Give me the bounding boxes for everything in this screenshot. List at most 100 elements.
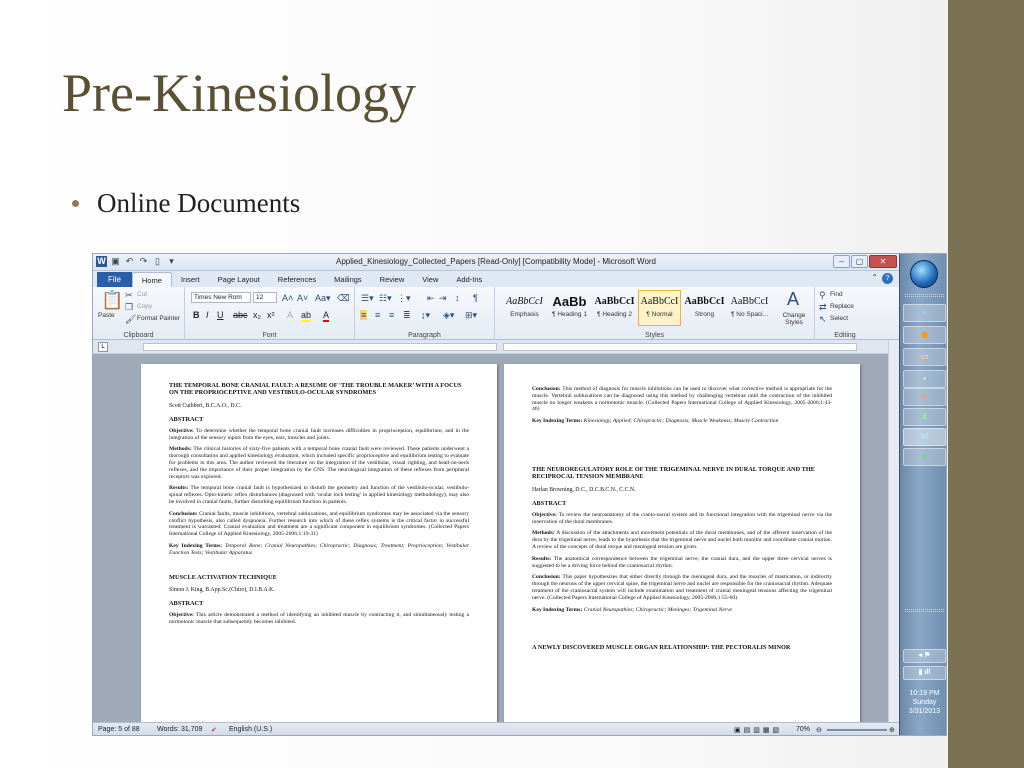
document-area[interactable]: THE TEMPORAL BONE CRANIAL FAULT: A RESUM… [93,354,899,724]
zoom-out-icon[interactable]: ⊖ [816,726,822,734]
numbering-icon[interactable]: ☷▾ [379,293,392,303]
shrink-font-icon[interactable]: A˅ [297,293,308,303]
style-no-spacing[interactable]: AaBbCcI ¶ No Spaci... [728,290,771,326]
network-volume-icons[interactable]: ▮ ıll [903,666,946,680]
save-icon[interactable]: ▣ [110,256,121,267]
new-doc-icon[interactable]: ▯ [152,256,163,267]
tab-insert[interactable]: Insert [172,272,209,287]
select-icon[interactable]: ↖ [819,314,827,324]
language[interactable]: English (U.S.) [229,726,272,733]
align-center-icon[interactable]: ≡ [375,310,380,320]
change-styles-icon[interactable]: A [787,290,799,308]
style-heading-2[interactable]: AaBbCcI ¶ Heading 2 [593,290,636,326]
powerpoint-icon[interactable]: P [903,388,946,406]
decrease-indent-icon[interactable]: ⇤ [427,293,435,303]
italic-icon[interactable]: I [206,310,209,320]
find-icon[interactable]: ⚲ [819,290,826,300]
bold-icon[interactable]: B [193,310,200,320]
ruler-tab-selector[interactable]: L [98,342,108,352]
redo-icon[interactable]: ↷ [138,256,149,267]
firefox-icon[interactable]: ◉ [903,326,946,344]
sort-icon[interactable]: ↕ [455,293,460,303]
app-icon[interactable]: ▪ [903,370,946,388]
document-page-right[interactable]: Conclusion: This method of diagnosis for… [504,364,860,724]
find-button[interactable]: Find [830,291,843,298]
tab-view[interactable]: View [413,272,447,287]
format-painter-button[interactable]: Format Painter [137,315,180,322]
folder-icon[interactable]: ▭ [903,348,946,366]
qat-dropdown-icon[interactable]: ▾ [166,256,177,267]
maximize-button[interactable]: ▢ [851,255,868,268]
change-case-icon[interactable]: Aa▾ [315,293,331,303]
paste-icon[interactable]: 📋 [101,291,123,309]
slide-title: Pre-Kinesiology [62,63,416,123]
word-logo-icon[interactable]: W [96,256,107,267]
word-count[interactable]: Words: 31,709 [157,726,202,733]
excel-icon[interactable]: X [903,408,946,426]
format-painter-icon[interactable]: 🖌 [125,314,136,324]
copy-button[interactable]: Copy [137,303,152,310]
ruler-right-page[interactable] [503,343,857,351]
help-icon[interactable]: ? [882,273,893,284]
undo-icon[interactable]: ↶ [124,256,135,267]
increase-indent-icon[interactable]: ⇥ [439,293,447,303]
tab-mailings[interactable]: Mailings [325,272,371,287]
tab-page-layout[interactable]: Page Layout [209,272,269,287]
tab-add-ins[interactable]: Add-Ins [447,272,491,287]
multilevel-list-icon[interactable]: ⋮▾ [397,293,411,303]
zoom-level[interactable]: 70% [796,726,810,733]
clear-formatting-icon[interactable]: ⌫ [337,293,350,303]
tab-references[interactable]: References [269,272,325,287]
proofing-icon[interactable]: ✔ [211,726,217,734]
document-page-left[interactable]: THE TEMPORAL BONE CRANIAL FAULT: A RESUM… [141,364,497,724]
style-emphasis[interactable]: AaBbCcI Emphasis [503,290,546,326]
cut-button[interactable]: Cut [137,291,147,298]
subscript-icon[interactable]: x₂ [253,310,261,320]
cut-icon[interactable]: ✂ [125,290,133,300]
zoom-in-icon[interactable]: ⊕ [889,726,895,734]
style-heading-1[interactable]: AaBb ¶ Heading 1 [548,290,591,326]
shading-icon[interactable]: ◈▾ [443,310,454,320]
select-button[interactable]: Select [830,315,848,322]
show-marks-icon[interactable]: ¶ [473,293,478,303]
superscript-icon[interactable]: x² [267,310,275,320]
page-count[interactable]: Page: 5 of 88 [98,726,140,733]
style-strong[interactable]: AaBbCcI Strong [683,290,726,326]
ribbon-collapse-icon[interactable]: ⌃ [871,273,878,284]
align-right-icon[interactable]: ≡ [389,310,394,320]
replace-button[interactable]: Replace [830,303,854,310]
copy-icon[interactable]: ❐ [125,302,133,312]
strikethrough-icon[interactable]: abc [233,310,248,320]
close-button[interactable]: ✕ [869,255,897,268]
highlight-icon[interactable]: ab [301,310,312,322]
ie-icon[interactable]: e [903,304,946,322]
grow-font-icon[interactable]: A˄ [282,293,293,303]
font-name-select[interactable]: Times New Rom [191,292,251,303]
tab-file[interactable]: File [97,272,132,287]
tab-home[interactable]: Home [131,272,172,287]
text-effects-icon[interactable]: A [287,310,293,320]
style-normal[interactable]: AaBbCcI ¶ Normal [638,290,681,326]
change-styles-button[interactable]: Change Styles [777,312,811,326]
ruler-left-page[interactable] [143,343,497,351]
zoom-slider[interactable] [827,729,887,731]
tab-review[interactable]: Review [371,272,414,287]
app-green-icon[interactable]: ● [903,448,946,466]
font-size-select[interactable]: 12 [253,292,277,303]
start-button[interactable] [910,260,938,288]
line-spacing-icon[interactable]: ↨▾ [421,310,430,320]
font-color-icon[interactable]: A [323,310,330,322]
replace-icon[interactable]: ⇄ [819,302,827,312]
paste-button[interactable]: Paste [98,312,115,319]
bullets-icon[interactable]: ☰▾ [361,293,374,303]
justify-icon[interactable]: ≣ [403,310,411,320]
borders-icon[interactable]: ⊞▾ [465,310,477,320]
clock[interactable]: 10:19 PM Sunday 3/31/2013 [900,689,946,716]
tray-icons[interactable]: ◂ ⚑ [903,649,946,663]
minimize-button[interactable]: – [833,255,850,268]
align-left-icon[interactable]: ≡ [360,310,368,320]
view-buttons-icon[interactable]: ▣▤▥▦▧ [734,726,782,734]
vertical-scrollbar[interactable] [888,340,899,722]
underline-icon[interactable]: U [217,310,224,320]
word-taskbar-icon[interactable]: W [903,428,946,446]
